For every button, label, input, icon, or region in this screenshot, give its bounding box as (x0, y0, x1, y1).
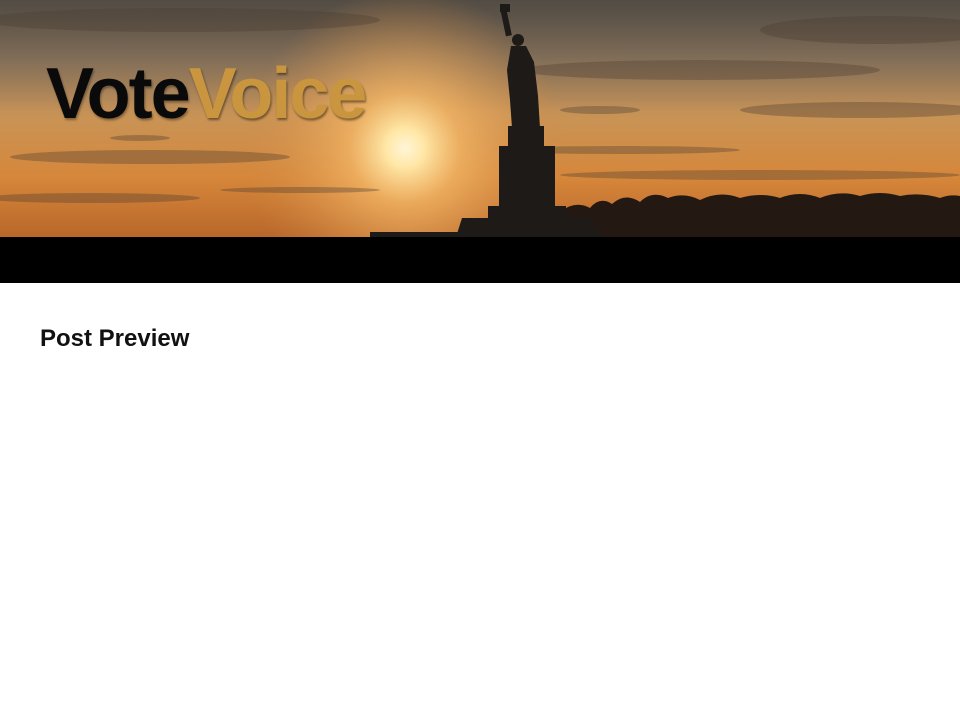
logo-word-voice: Voice (188, 54, 368, 134)
navigation-bar (0, 237, 960, 283)
page: VoteVoice Post Preview (0, 0, 960, 720)
votevoice-logo[interactable]: VoteVoice (46, 54, 368, 134)
header-banner: VoteVoice (0, 0, 960, 237)
page-title: Post Preview (40, 325, 190, 352)
logo-word-vote: Vote (46, 54, 191, 134)
main-content: Post Preview (40, 322, 920, 356)
